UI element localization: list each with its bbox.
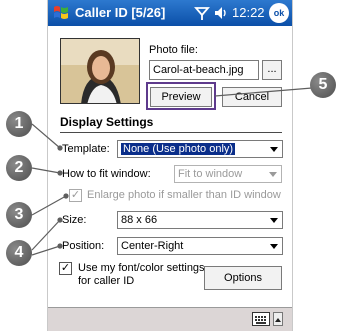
myfont-label-line2: for caller ID <box>78 275 135 287</box>
ok-button[interactable]: ok <box>269 3 289 23</box>
app-title: Caller ID [5/26] <box>75 5 166 20</box>
options-button[interactable]: Options <box>204 266 282 290</box>
chevron-down-icon <box>270 147 278 152</box>
size-value: 88 x 66 <box>121 214 158 226</box>
keyboard-icon[interactable] <box>252 312 270 326</box>
position-label: Position: <box>62 240 105 252</box>
browse-button[interactable]: ... <box>262 60 282 80</box>
signal-icon[interactable] <box>194 5 210 21</box>
fit-value: Fit to window <box>178 168 243 180</box>
callout-1: 1 <box>6 111 32 137</box>
device-screen: Caller ID [5/26] 12:22 ok Photo file: Ca… <box>47 0 293 331</box>
template-value: None (Use photo only) <box>121 143 236 155</box>
fit-label: How to fit window: <box>62 168 151 180</box>
callout-2: 2 <box>6 155 32 181</box>
size-label: Size: <box>62 214 87 226</box>
myfont-checkbox[interactable]: ✓ <box>59 262 72 275</box>
cancel-button[interactable]: Cancel <box>222 87 282 107</box>
sip-arrow-icon[interactable] <box>273 312 283 326</box>
clock[interactable]: 12:22 <box>232 5 265 20</box>
woman-portrait-icon <box>61 39 139 103</box>
template-select[interactable]: None (Use photo only) <box>117 140 283 158</box>
position-value: Center-Right <box>121 240 184 252</box>
enlarge-checkbox[interactable]: ✓ <box>69 189 82 202</box>
callout-3: 3 <box>6 202 32 228</box>
title-bar: Caller ID [5/26] 12:22 ok <box>48 0 292 26</box>
fit-select[interactable]: Fit to window <box>174 165 282 183</box>
caller-photo <box>60 38 140 104</box>
volume-icon[interactable] <box>214 6 230 20</box>
enlarge-label: Enlarge photo if smaller than ID window <box>87 189 281 201</box>
section-heading: Display Settings <box>60 115 154 129</box>
photo-file-input[interactable]: Carol-at-beach.jpg <box>149 60 259 80</box>
photo-file-label: Photo file: <box>149 44 198 56</box>
section-divider <box>60 132 282 133</box>
size-select[interactable]: 88 x 66 <box>117 211 283 229</box>
preview-button[interactable]: Preview <box>150 87 212 107</box>
chevron-down-icon <box>270 244 278 249</box>
bottom-menu-bar <box>48 307 292 331</box>
template-label: Template: <box>62 143 110 155</box>
callout-4: 4 <box>6 240 32 266</box>
callout-5: 5 <box>310 72 336 98</box>
windows-start-icon[interactable] <box>52 3 71 22</box>
chevron-down-icon <box>269 172 277 177</box>
position-select[interactable]: Center-Right <box>117 237 283 255</box>
myfont-label-line1: Use my font/color settings <box>78 262 205 274</box>
chevron-down-icon <box>270 218 278 223</box>
